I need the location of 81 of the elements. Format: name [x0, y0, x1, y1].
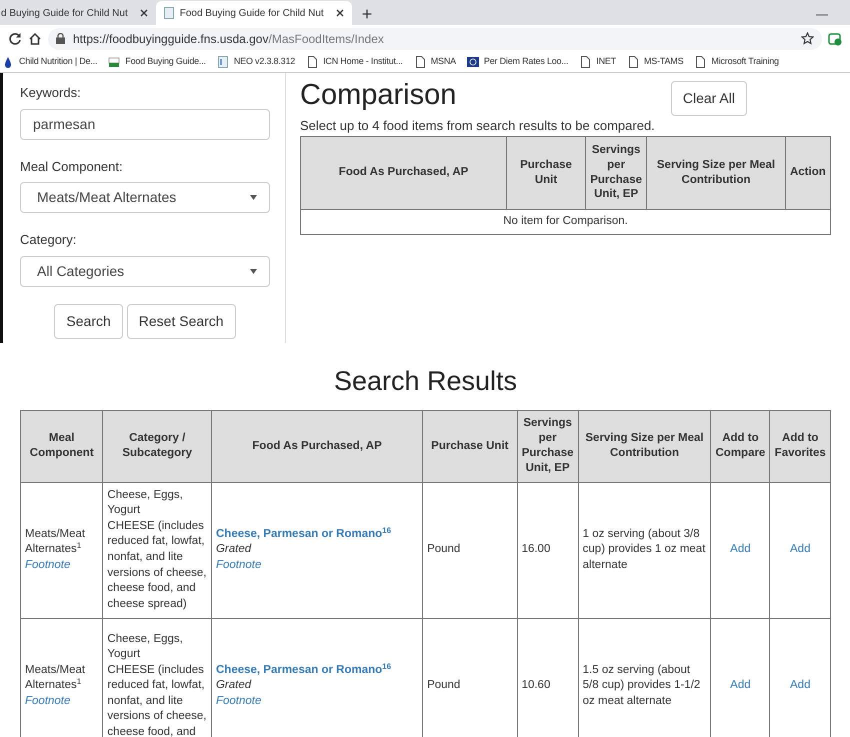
star-icon [801, 32, 814, 45]
column-header: Add to Favorites [770, 410, 830, 482]
column-header: Serving Size per Meal Contribution [646, 136, 786, 209]
table-cell: 16.00 [517, 482, 578, 618]
url-text: https://foodbuyingguide.fns.usda.gov/MasFoodItems/Index [73, 30, 384, 48]
column-header: Serving Size per Meal Contribution [578, 410, 711, 482]
page-icon [626, 56, 639, 68]
bookmark-item[interactable]: Child Nutrition | De... [2, 55, 98, 69]
add-link[interactable]: Add [790, 543, 810, 556]
column-header: Meal Component [20, 410, 103, 482]
column-header: Servings per Purchase Unit, EP [585, 136, 647, 209]
caret-icon [250, 268, 257, 274]
table-cell-text: Meats/Meat Alternates$^{1}$ [25, 526, 86, 558]
column-header: Action [785, 136, 830, 209]
bookmark-item[interactable]: MS-TAMS [626, 55, 684, 69]
table-cell-text: Cheese, Eggs, Yogurt [107, 488, 184, 518]
hint-text: Select up to 4 food items from search results to be compared. [300, 117, 656, 135]
footnote-link[interactable]: Footnote [25, 694, 70, 707]
dropdown[interactable]: Meats/Meat Alternates [20, 182, 270, 213]
column-header: Servings per Purchase Unit, EP [517, 410, 578, 482]
column-header: Food As Purchased, AP [300, 136, 507, 209]
footnote-link[interactable]: Footnote [25, 558, 70, 571]
column-header: Add to Compare [710, 410, 770, 482]
section-title: Search Results [332, 365, 518, 398]
address-bar[interactable]: https://foodbuyingguide.fns.usda.gov/MasFoodItems/Index [48, 28, 822, 50]
lock-icon [56, 33, 65, 44]
extension-icon [828, 32, 842, 46]
page-icon [164, 7, 174, 19]
home-icon[interactable] [28, 32, 42, 46]
page-icon [579, 56, 592, 68]
table-cell-text: Cheese, Eggs, Yogurt [107, 632, 184, 662]
bookmark-item[interactable]: Food Buying Guide... [108, 55, 206, 69]
table-cell: Pound [422, 482, 518, 618]
bookmark-item[interactable]: ICN Home - Institut... [306, 55, 403, 69]
column-header: Food As Purchased, AP [211, 410, 423, 482]
footnote-link[interactable]: Footnote [216, 694, 262, 710]
clear-all-button[interactable]: Clear All [670, 81, 747, 116]
browser-tab[interactable]: Food Buying Guide for Child Nut [156, 1, 352, 25]
bookmark-item[interactable]: Per Diem Rates Loo... [466, 55, 568, 69]
keywords-field[interactable]: parmesan [20, 108, 270, 140]
page-icon [306, 56, 318, 68]
field-label: Category: [20, 231, 78, 249]
close-icon[interactable] [140, 9, 148, 17]
reset-button[interactable]: Reset Search [126, 304, 236, 338]
add-link[interactable]: Add [730, 543, 751, 556]
drop-icon [2, 56, 14, 68]
table-cell-text: Meats/Meat Alternates$^{1}$ [25, 662, 86, 694]
page-icon [414, 56, 426, 68]
column-header: Purchase Unit [506, 136, 586, 209]
add-link[interactable]: Add [730, 679, 751, 692]
seal-icon [466, 56, 479, 68]
table-cell-text: Grated [216, 678, 252, 694]
table-cell: CHEESE (includes reduced fat, lowfat, nonfat, and lite versions of cheese, cheese food, and [107, 662, 207, 737]
page-icon [694, 56, 706, 68]
search-button[interactable]: Search [54, 304, 123, 338]
column-header: Category / Subcategory [102, 410, 212, 482]
empty-message: No item for Comparison. [300, 209, 830, 234]
image-icon [216, 56, 229, 68]
bookmark-item[interactable]: NEO v2.3.8.312 [216, 55, 296, 69]
caret-icon [250, 195, 257, 200]
bookmark-item[interactable]: MSNA [414, 55, 456, 69]
table-cell-text: CHEESE (includes reduced fat, lowfat, nonfat, and lite versions of cheese, cheese food, and cheese spread) [107, 518, 207, 612]
add-link[interactable]: Add [790, 679, 810, 692]
new-tab-button[interactable]: + [352, 3, 382, 25]
section-title: Comparison [300, 81, 456, 110]
table-cell: 1 oz serving (about 3/8 cup) provides 1 oz meat alternate [578, 482, 711, 618]
dropdown[interactable]: All Categories [20, 256, 270, 286]
close-icon[interactable] [336, 9, 344, 17]
field-label: Keywords: [20, 84, 82, 102]
reload-icon[interactable] [8, 32, 22, 46]
column-header: Purchase Unit [422, 410, 518, 482]
food-link[interactable]: Cheese, Parmesan or Romano$^{16}$ [216, 664, 392, 676]
browser-tab[interactable]: d Buying Guide for Child Nut [0, 1, 156, 25]
flag-icon [108, 56, 120, 68]
footnote-link[interactable]: Footnote [216, 558, 262, 574]
food-link[interactable]: Cheese, Parmesan or Romano$^{16}$ [216, 528, 392, 540]
bookmark-item[interactable]: Microsoft Training [694, 55, 779, 69]
bookmark-item[interactable]: INET [579, 55, 616, 69]
field-label: Meal Component: [20, 158, 124, 176]
minimize-button[interactable]: — [794, 3, 850, 25]
table-cell-text: Grated [216, 542, 252, 558]
